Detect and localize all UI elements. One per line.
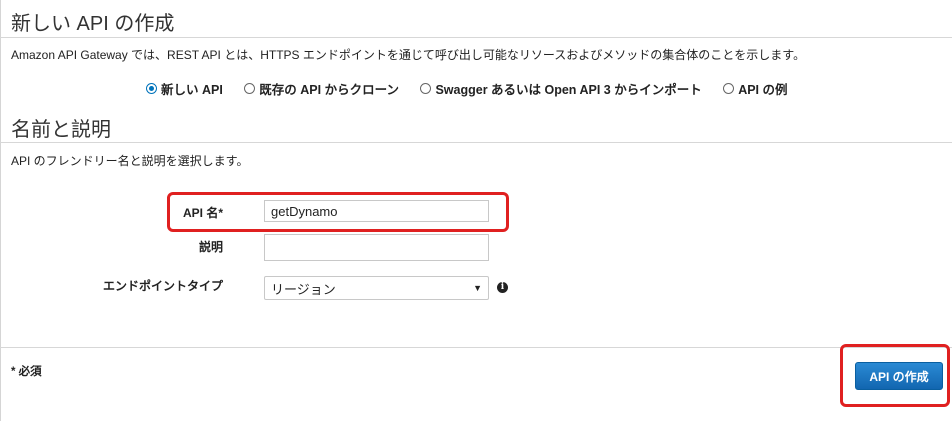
endpoint-type-select[interactable]: リージョン ▼ [264, 276, 489, 300]
radio-icon[interactable] [146, 83, 157, 94]
description-input[interactable] [264, 234, 489, 261]
create-api-button[interactable]: API の作成 [855, 362, 943, 390]
section-title: 名前と説明 [11, 119, 111, 141]
endpoint-type-label: エンドポイントタイプ [102, 279, 223, 293]
section-divider [0, 142, 952, 143]
create-options: 新しい API 既存の API からクローン Swagger あるいは Open… [146, 79, 788, 98]
section-description: API のフレンドリー名と説明を選択します。 [11, 154, 249, 168]
radio-icon[interactable] [420, 83, 432, 94]
footer-divider [0, 347, 952, 348]
page-description: Amazon API Gateway では、REST API とは、HTTPS … [11, 48, 806, 62]
radio-icon[interactable] [244, 83, 256, 94]
info-circle-icon[interactable]: i [497, 282, 508, 293]
api-name-label: API 名* [182, 206, 223, 220]
option-clone-api[interactable]: 既存の API からクローン [244, 79, 399, 98]
api-name-input[interactable] [264, 200, 489, 222]
page-title: 新しい API の作成 [11, 13, 175, 35]
option-new-api[interactable]: 新しい API [146, 79, 223, 98]
title-divider [0, 37, 952, 38]
description-label: 説明 [198, 240, 223, 254]
required-note: * 必須 [11, 366, 42, 378]
chevron-down-icon: ▼ [473, 283, 482, 293]
left-border [0, 0, 1, 421]
option-import-swagger[interactable]: Swagger あるいは Open API 3 からインポート [420, 79, 702, 98]
option-example-api[interactable]: API の例 [723, 79, 788, 98]
radio-icon[interactable] [723, 83, 735, 94]
